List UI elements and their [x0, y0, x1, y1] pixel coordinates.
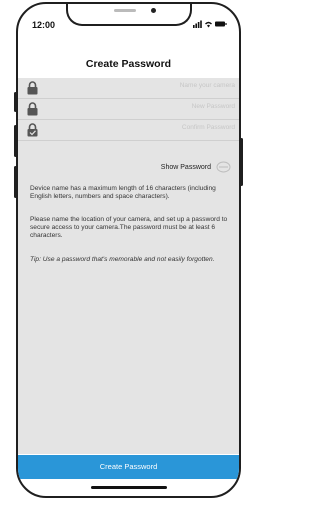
- signal-wifi-battery-icon: [193, 20, 227, 28]
- show-password-label[interactable]: Show Password: [161, 164, 211, 171]
- status-bar: 12:00: [18, 4, 239, 44]
- front-camera-icon: [151, 8, 156, 13]
- phone-frame: 12:00 Create Password Name your camera S…: [16, 2, 241, 498]
- password-tip: Tip: Use a password that's memorable and…: [30, 256, 215, 263]
- volume-down-button: [14, 166, 17, 198]
- name-length-note: Device name has a maximum length of 16 c…: [30, 185, 216, 201]
- confirm-password-input[interactable]: [85, 124, 235, 131]
- create-password-button[interactable]: Create Password: [18, 455, 239, 479]
- password-instructions: Please name the location of your camera,…: [30, 216, 228, 240]
- phone-notch: [66, 4, 192, 26]
- page-title: Create Password: [85, 58, 172, 70]
- lock-icon: [27, 102, 38, 116]
- camera-name-input[interactable]: [85, 82, 235, 89]
- speaker-icon: [114, 9, 136, 12]
- new-password-row: [18, 99, 239, 120]
- status-time: 12:00: [32, 20, 56, 30]
- lock-icon: [27, 81, 38, 95]
- eye-icon[interactable]: [216, 161, 231, 173]
- status-icons: [193, 20, 227, 30]
- mute-switch: [14, 92, 17, 112]
- lock-check-icon: [27, 123, 38, 137]
- camera-name-row: [18, 78, 239, 99]
- power-button: [240, 138, 243, 186]
- volume-up-button: [14, 125, 17, 157]
- confirm-password-row: [18, 120, 239, 141]
- home-indicator: [91, 486, 167, 489]
- new-password-input[interactable]: [85, 103, 235, 110]
- form-content: Show Password Device name has a maximum …: [18, 78, 239, 454]
